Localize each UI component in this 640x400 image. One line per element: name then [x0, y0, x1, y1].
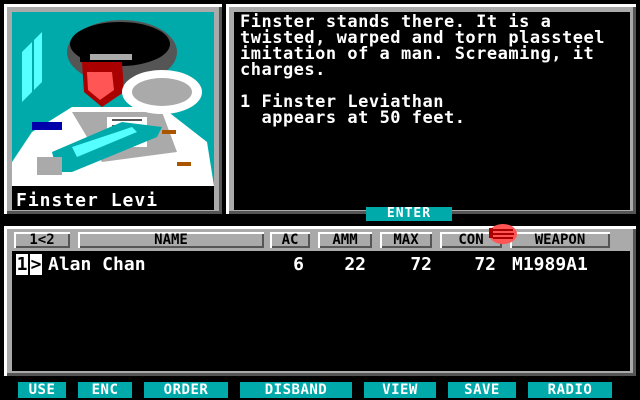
disband-button[interactable]: DISBAND: [240, 382, 352, 398]
use-button[interactable]: USE: [18, 382, 66, 398]
order-button[interactable]: ORDER: [144, 382, 228, 398]
name-column-header: NAME: [78, 232, 264, 248]
radio-button[interactable]: RADIO: [528, 382, 612, 398]
message-paragraph: 1 Finster Leviathan appears at 50 feet.: [240, 92, 466, 128]
selected-marker-icon: >: [30, 254, 42, 275]
message-panel: Finster stands there. It is a twisted, w…: [234, 12, 630, 210]
portrait-name-label: Finster Levi: [16, 190, 159, 211]
message-text: Finster stands there. It is a twisted, w…: [240, 14, 632, 142]
member-weapon: M1989A1: [512, 254, 588, 275]
max-column-header: MAX: [380, 232, 432, 248]
member-amm: 22: [344, 254, 366, 275]
enc-button[interactable]: ENC: [78, 382, 132, 398]
member-con: 72: [474, 254, 496, 275]
page-toggle-button[interactable]: 1<2: [14, 232, 70, 248]
enter-button[interactable]: ENTER: [366, 207, 452, 221]
portrait-panel: Finster Levi: [12, 12, 214, 211]
message-paragraph: Finster stands there. It is a twisted, w…: [240, 12, 616, 80]
member-max: 72: [410, 254, 432, 275]
member-name[interactable]: Alan Chan: [48, 254, 146, 275]
row-number: 1: [16, 254, 28, 275]
save-button[interactable]: SAVE: [448, 382, 516, 398]
view-button[interactable]: VIEW: [364, 382, 436, 398]
red-hand-cursor-icon: [489, 224, 517, 244]
enemy-portrait-image: [12, 12, 214, 186]
amm-column-header: AMM: [318, 232, 372, 248]
ac-column-header: AC: [270, 232, 310, 248]
member-ac: 6: [293, 254, 304, 275]
weapon-column-header: WEAPON: [510, 232, 610, 248]
